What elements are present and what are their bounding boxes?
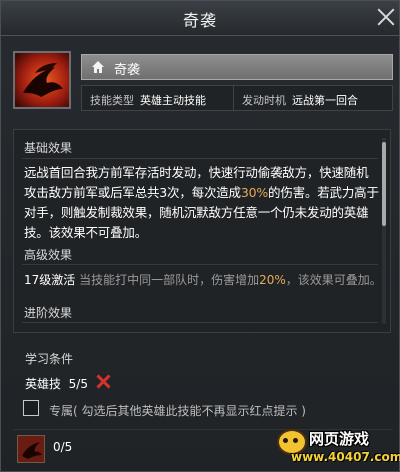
skill-portrait-icon bbox=[13, 51, 71, 109]
bonus-percent: 20% bbox=[259, 273, 286, 287]
skill-info-bar: 技能类型 英雄主动技能 发动时机 远战第一回合 bbox=[81, 85, 393, 111]
basic-effect-text: 远战首回合我方前军存活时发动，快速行动偷袭敌方，快速随机攻击敌方前军或后军总共3… bbox=[24, 165, 379, 240]
skill-name-bar: 奇袭 bbox=[81, 54, 393, 80]
unmet-x-icon bbox=[95, 373, 111, 389]
book-count: 0/5 bbox=[53, 440, 73, 454]
learn-conditions-heading: 学习条件 bbox=[25, 352, 74, 366]
close-icon[interactable] bbox=[375, 6, 397, 28]
advanced-effect-text: 17级激活 当技能打中同一部队时，伤害增加20%，该效果可叠加。 bbox=[24, 273, 382, 287]
basic-effect-heading: 基础效果 bbox=[24, 141, 73, 155]
divider bbox=[22, 264, 378, 265]
info-divider bbox=[233, 86, 234, 110]
trigger-timing-value: 远战第一回合 bbox=[292, 94, 358, 107]
divider bbox=[22, 322, 378, 323]
learn-requirement: 英雄技 5/5 bbox=[25, 375, 88, 392]
skill-book-icon[interactable] bbox=[17, 435, 45, 463]
divider bbox=[22, 158, 378, 159]
skill-name: 奇袭 bbox=[114, 63, 141, 78]
home-icon bbox=[92, 61, 104, 73]
exclusive-checkbox[interactable] bbox=[23, 400, 39, 416]
damage-percent: 30% bbox=[240, 185, 269, 200]
watermark-url: www.40407.com bbox=[291, 450, 400, 464]
requirement-label: 英雄技 bbox=[25, 377, 62, 391]
skill-detail-window: 奇袭 奇袭 技能类型 英雄主动技能 发动时机 远战第一回合 基础效果 远战首回合… bbox=[0, 0, 400, 472]
requirement-value: 5/5 bbox=[68, 377, 88, 391]
title-bar: 奇袭 bbox=[1, 1, 399, 36]
exclusive-checkbox-label: 专属( 勾选后其他英雄此技能不再显示红点提示 ) bbox=[49, 404, 306, 418]
watermark-title: 网页游戏 bbox=[309, 430, 370, 448]
promotion-effect-heading: 进阶效果 bbox=[24, 306, 73, 320]
window-title: 奇袭 bbox=[182, 11, 217, 30]
skill-type-label: 技能类型 bbox=[90, 94, 134, 107]
activation-level: 17级激活 bbox=[24, 273, 76, 287]
trigger-timing-label: 发动时机 bbox=[242, 94, 286, 107]
scrollbar-thumb[interactable] bbox=[382, 142, 386, 226]
effect-description-panel[interactable]: 基础效果 远战首回合我方前军存活时发动，快速行动偷袭敌方，快速随机攻击敌方前军或… bbox=[13, 129, 391, 333]
advanced-effect-heading: 高级效果 bbox=[24, 248, 73, 262]
skill-type-value: 英雄主动技能 bbox=[140, 94, 206, 107]
site-watermark: 网页游戏 www.40407.com bbox=[271, 419, 400, 471]
